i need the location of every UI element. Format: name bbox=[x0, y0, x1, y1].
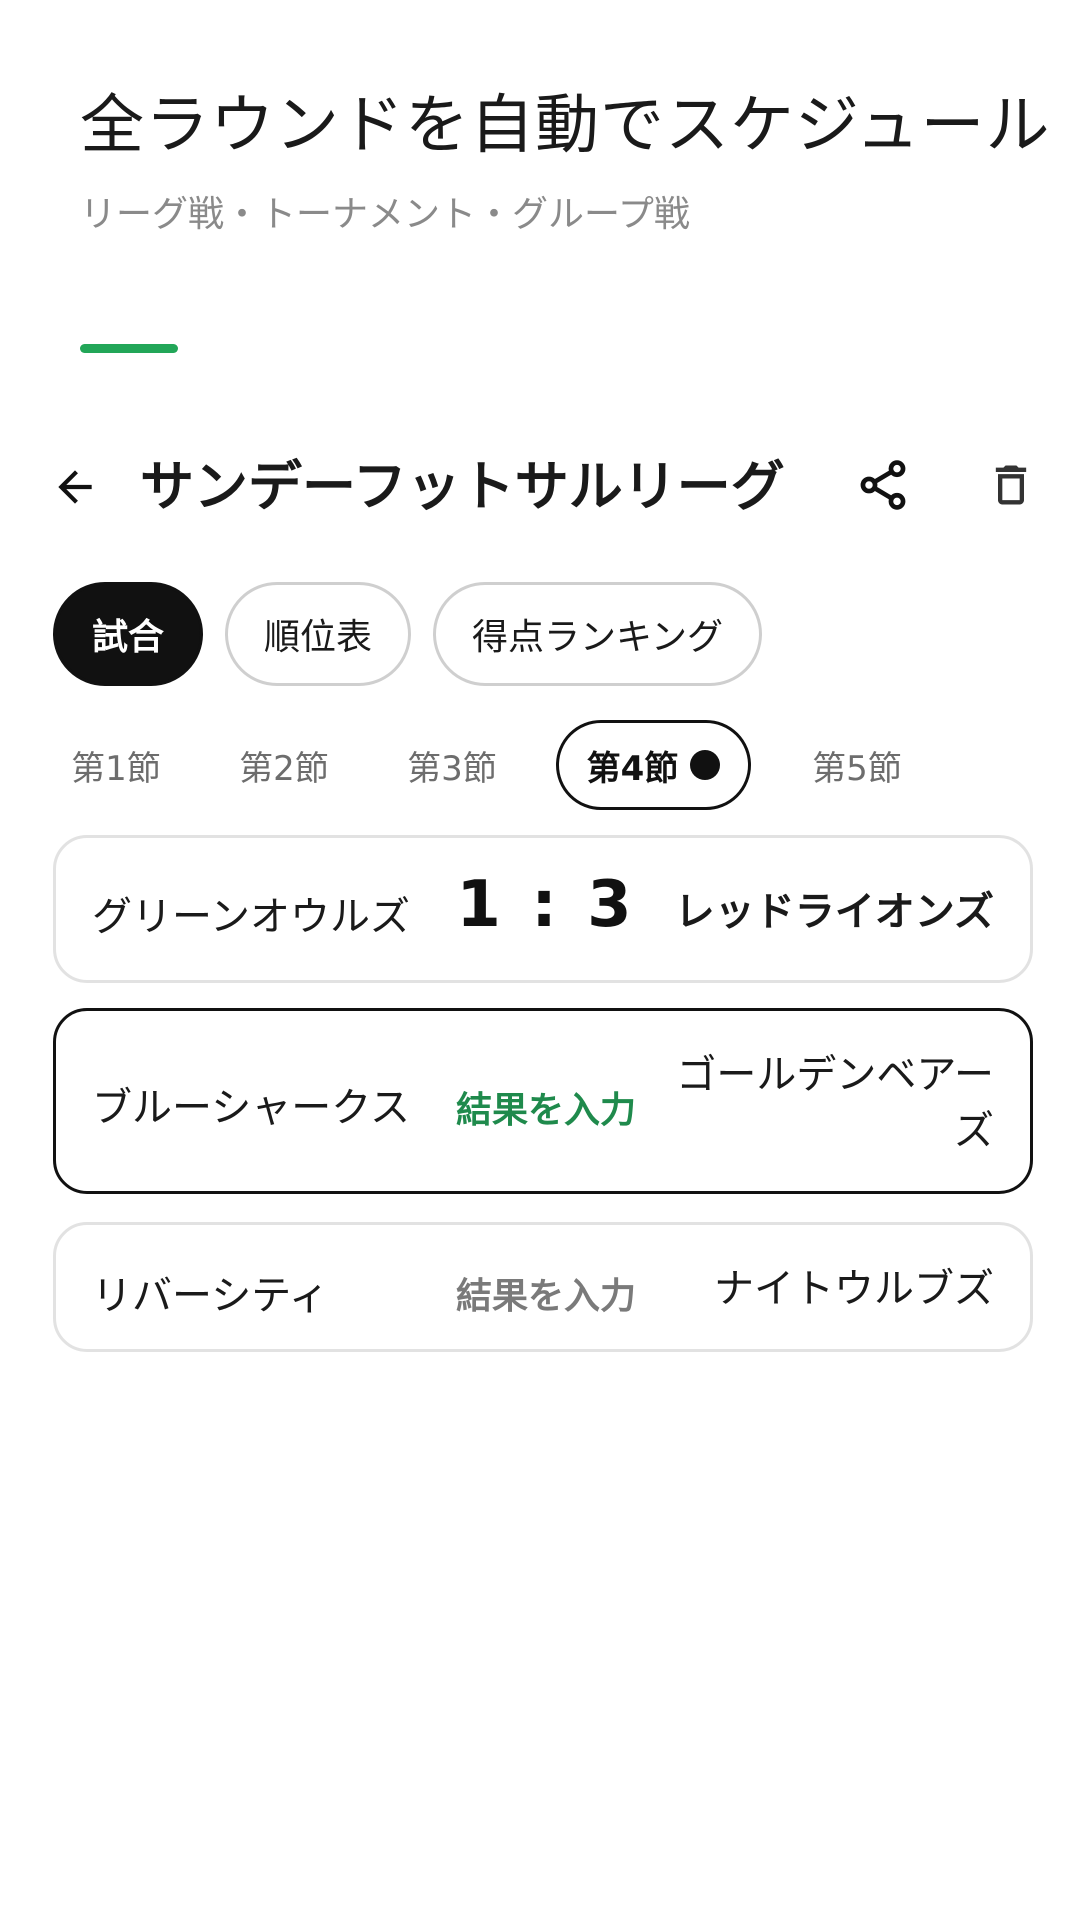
round-4[interactable]: 第4節 bbox=[556, 720, 751, 810]
round-1[interactable]: 第1節 bbox=[53, 720, 179, 810]
away-team: ゴールデンベアーズ bbox=[676, 1052, 994, 1154]
round-2[interactable]: 第2節 bbox=[221, 720, 347, 810]
home-team: ブルーシャークス bbox=[92, 1085, 410, 1131]
round-3[interactable]: 第3節 bbox=[389, 720, 515, 810]
enter-result-button[interactable]: 結果を入力 bbox=[386, 1081, 706, 1133]
enter-result-button[interactable]: 結果を入力 bbox=[386, 1267, 706, 1319]
tab-standings[interactable]: 順位表 bbox=[225, 582, 412, 686]
delete-button[interactable] bbox=[976, 450, 1046, 520]
tab-matches[interactable]: 試合 bbox=[53, 582, 204, 686]
away-team: ナイトウルブズ bbox=[714, 1266, 994, 1312]
share-button[interactable] bbox=[848, 450, 918, 520]
hero-subtitle: リーグ戦・トーナメント・グループ戦 bbox=[80, 193, 690, 235]
current-round-dot-icon bbox=[690, 750, 721, 780]
round-5[interactable]: 第5節 bbox=[794, 720, 920, 810]
match-score: 1 : 3 bbox=[456, 868, 636, 942]
away-team: レッドライオンズ bbox=[674, 889, 994, 935]
league-title: サンデーフットサルリーグ bbox=[140, 455, 785, 518]
accent-divider bbox=[80, 344, 178, 353]
view-tabs: 試合 順位表 得点ランキング bbox=[53, 582, 762, 686]
match-card[interactable]: リバーシティ 結果を入力 ナイトウルブズ bbox=[53, 1222, 1033, 1352]
home-team: リバーシティ bbox=[92, 1273, 329, 1319]
trash-icon bbox=[995, 465, 1027, 505]
share-icon bbox=[860, 460, 906, 510]
tab-scorers[interactable]: 得点ランキング bbox=[433, 582, 762, 686]
home-team: グリーンオウルズ bbox=[92, 894, 410, 940]
round-selector: 第1節 第2節 第3節 第4節 第5節 bbox=[53, 720, 1033, 810]
app-bar: サンデーフットサルリーグ bbox=[0, 446, 1080, 526]
match-card[interactable]: グリーンオウルズ 1 : 3 レッドライオンズ bbox=[53, 835, 1033, 983]
hero-section: 全ラウンドを自動でスケジュール リーグ戦・トーナメント・グループ戦 bbox=[80, 88, 1051, 237]
hero-title: 全ラウンドを自動でスケジュール bbox=[80, 89, 1051, 163]
round-4-label: 第4節 bbox=[586, 748, 679, 789]
arrow-left-icon bbox=[58, 470, 92, 504]
match-card[interactable]: ブルーシャークス 結果を入力 ゴールデンベアーズ bbox=[53, 1008, 1033, 1194]
back-button[interactable] bbox=[42, 454, 108, 520]
